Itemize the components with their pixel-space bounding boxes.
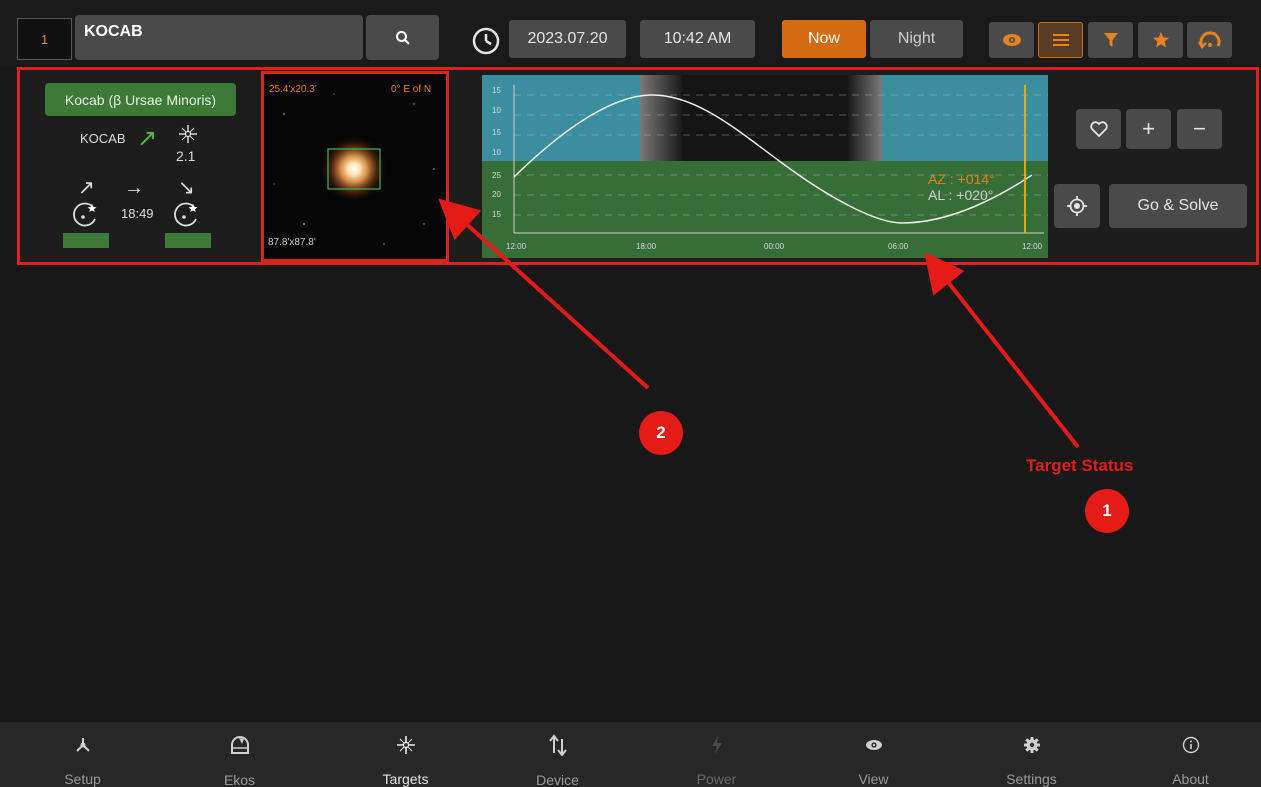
image-fov-label: 87.8'x87.8' [268, 237, 316, 248]
power-bolt-icon [711, 735, 722, 754]
x-tick: 18:00 [636, 242, 657, 251]
filter-button[interactable] [1088, 22, 1133, 58]
zoom-in-button[interactable]: + [1126, 109, 1171, 149]
x-tick: 12:00 [1022, 242, 1043, 251]
magnitude-star-icon [179, 125, 197, 143]
nav-settings[interactable]: Settings [953, 722, 1110, 787]
gear-icon [1023, 736, 1040, 753]
star-field-image [264, 74, 446, 259]
nav-label: About [1172, 771, 1209, 787]
refresh-icon [1197, 31, 1220, 50]
nav-label: Power [696, 771, 737, 787]
observatory-icon [230, 736, 249, 754]
nav-label: View [858, 771, 889, 787]
x-tick: 12:00 [506, 242, 527, 251]
now-button[interactable]: Now [782, 20, 866, 58]
set-status-bar [165, 233, 211, 248]
fov-label: 25.4'x20.3' [269, 84, 317, 95]
date-button[interactable]: 2023.07.20 [509, 20, 626, 58]
target-preview-image[interactable] [261, 71, 449, 262]
nav-label: Settings [1006, 771, 1057, 787]
crosshair-icon [1067, 196, 1087, 216]
eye-icon [865, 739, 882, 750]
y-tick: 10 [492, 106, 501, 115]
nav-power[interactable]: Power [638, 722, 795, 787]
rise-arrow-icon: ↗ [78, 177, 95, 199]
y-tick: 15 [492, 128, 501, 137]
nav-ekos[interactable]: Ekos [161, 722, 318, 787]
search-input[interactable]: KOCAB [75, 15, 363, 60]
nav-label: Setup [64, 771, 101, 787]
annotation-badge-1: 1 [1085, 489, 1129, 533]
x-tick: 06:00 [888, 242, 909, 251]
transit-time: 18:49 [121, 206, 154, 221]
refresh-button[interactable] [1187, 22, 1232, 58]
y-tick: 15 [492, 86, 501, 95]
catalog-name: KOCAB [80, 131, 126, 146]
nav-label: Targets [382, 771, 429, 787]
y-tick: 25 [492, 171, 501, 180]
filter-icon [1103, 33, 1118, 47]
x-tick: 00:00 [764, 242, 785, 251]
minus-icon: − [1193, 116, 1206, 141]
info-icon [1182, 736, 1199, 753]
circumpolar-set-icon [174, 202, 198, 227]
eye-icon [1002, 34, 1021, 46]
transit-arrow-icon: → [124, 177, 144, 199]
target-name-button[interactable]: Kocab (β Ursae Minoris) [45, 83, 236, 116]
add-favorite-button[interactable] [1076, 109, 1121, 149]
azimuth-readout: AZ : +014° [928, 171, 995, 187]
rise-status-bar [63, 233, 109, 248]
device-transfer-icon [548, 734, 567, 756]
altitude-readout: AL : +020° [928, 187, 994, 203]
nav-label: Device [536, 772, 579, 787]
favorites-button[interactable] [1138, 22, 1183, 58]
magnitude-value: 2.1 [176, 148, 196, 164]
search-button[interactable] [366, 15, 439, 60]
circumpolar-rise-icon [73, 202, 97, 227]
zoom-out-button[interactable]: − [1177, 109, 1222, 149]
y-tick: 20 [492, 190, 501, 199]
target-index-badge[interactable]: 1 [17, 18, 72, 60]
y-tick: 10 [492, 148, 501, 157]
view-toggle-button[interactable] [989, 22, 1034, 58]
plus-icon: + [1142, 116, 1155, 141]
nav-label: Ekos [223, 772, 256, 787]
nav-view[interactable]: View [795, 722, 952, 787]
annotation-target-status-label: Target Status [1026, 456, 1134, 475]
top-toolbar: 1 KOCAB 2023.07.20 10:42 AM Now Night [0, 0, 1261, 66]
bottom-navigation: Setup Ekos Targets Device Power View Set… [0, 722, 1261, 787]
rising-arrow-icon: ↗ [137, 125, 158, 152]
list-toggle-button[interactable] [1038, 22, 1083, 58]
heart-icon [1089, 121, 1108, 137]
nav-targets[interactable]: Targets [327, 722, 484, 787]
nav-about[interactable]: About [1112, 722, 1261, 787]
search-icon [395, 30, 410, 45]
clock-icon[interactable] [471, 26, 501, 56]
night-button[interactable]: Night [870, 20, 963, 58]
nav-device[interactable]: Device [479, 722, 636, 787]
go-and-solve-button[interactable]: Go & Solve [1109, 184, 1247, 228]
targets-icon [396, 735, 415, 754]
goto-target-button[interactable] [1054, 184, 1100, 228]
annotation-badge-2: 2 [639, 411, 683, 455]
time-button[interactable]: 10:42 AM [640, 20, 755, 58]
nav-setup[interactable]: Setup [4, 722, 161, 787]
list-icon [1052, 34, 1069, 46]
position-angle-label: 0° E of N [391, 84, 432, 95]
y-tick: 15 [492, 210, 501, 219]
altitude-chart[interactable]: 15 10 15 10 25 20 15 12:00 18:00 00:00 0… [482, 75, 1048, 258]
set-arrow-icon: ↘ [178, 177, 195, 199]
setup-icon [75, 737, 90, 752]
star-icon [1152, 32, 1169, 48]
